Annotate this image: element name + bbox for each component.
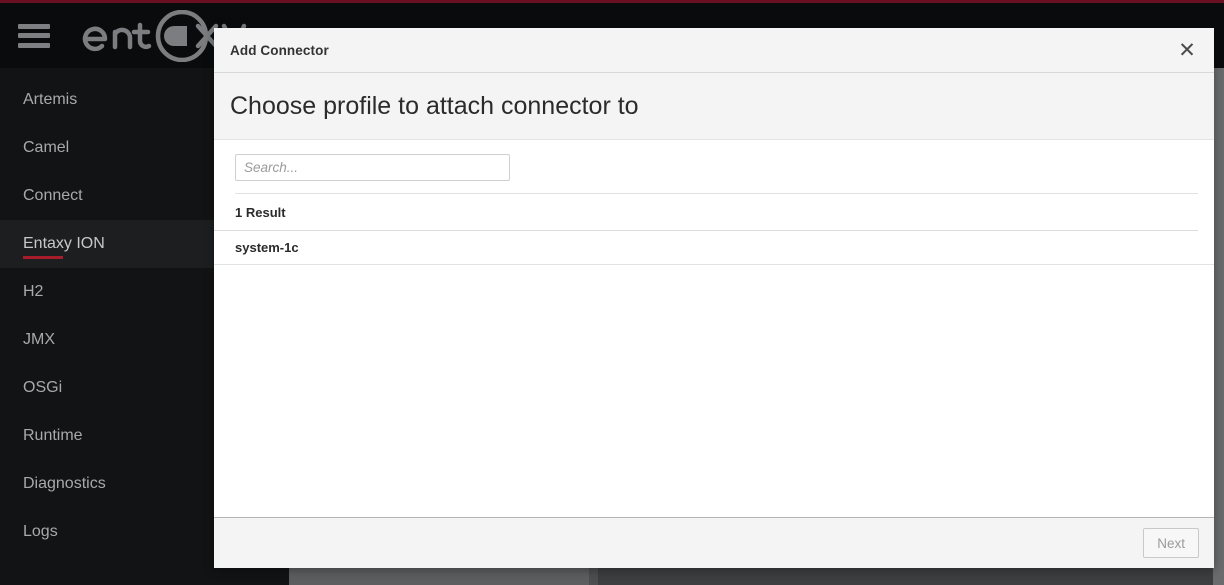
result-count-row: 1 Result xyxy=(214,194,1198,231)
page-scrollbar[interactable] xyxy=(1213,68,1224,585)
result-count-label: 1 Result xyxy=(235,204,286,220)
hamburger-bar-3 xyxy=(18,42,50,48)
sidebar-item-label: H2 xyxy=(23,283,44,300)
modal-footer: Next xyxy=(214,517,1214,568)
sidebar-item-label: JMX xyxy=(23,331,55,348)
profile-name-label: system-1c xyxy=(235,240,299,255)
modal-title: Add Connector xyxy=(230,42,329,58)
background-panel-inner xyxy=(598,565,1224,585)
application-root: Artemis Camel Connect Entaxy ION H2 JMX … xyxy=(0,0,1224,585)
sidebar-item-label: Connect xyxy=(23,187,83,204)
hamburger-bar-1 xyxy=(18,23,50,29)
sidebar-item-label: Artemis xyxy=(23,91,78,108)
sidebar-item-label: Logs xyxy=(23,523,58,540)
sidebar-item-label: Runtime xyxy=(23,427,83,444)
add-connector-modal: Add Connector ✕ Choose profile to attach… xyxy=(214,28,1214,568)
next-button[interactable]: Next xyxy=(1143,528,1199,558)
modal-body: 1 Result system-1c xyxy=(214,140,1214,517)
hamburger-menu-icon[interactable] xyxy=(18,23,50,48)
sidebar-item-label: Entaxy ION xyxy=(23,235,105,252)
sidebar-item-label: OSGi xyxy=(23,379,63,396)
list-item[interactable]: system-1c xyxy=(214,231,1214,265)
close-icon[interactable]: ✕ xyxy=(1174,37,1200,63)
sidebar-item-label: Camel xyxy=(23,139,70,156)
modal-header: Add Connector ✕ xyxy=(214,28,1214,73)
search-row xyxy=(214,140,1214,193)
modal-heading-bar: Choose profile to attach connector to xyxy=(214,73,1214,140)
hamburger-bar-2 xyxy=(18,33,50,38)
search-input[interactable] xyxy=(235,154,510,181)
sidebar-item-label: Diagnostics xyxy=(23,475,106,492)
page-title: Choose profile to attach connector to xyxy=(230,91,639,120)
active-indicator xyxy=(23,256,63,259)
